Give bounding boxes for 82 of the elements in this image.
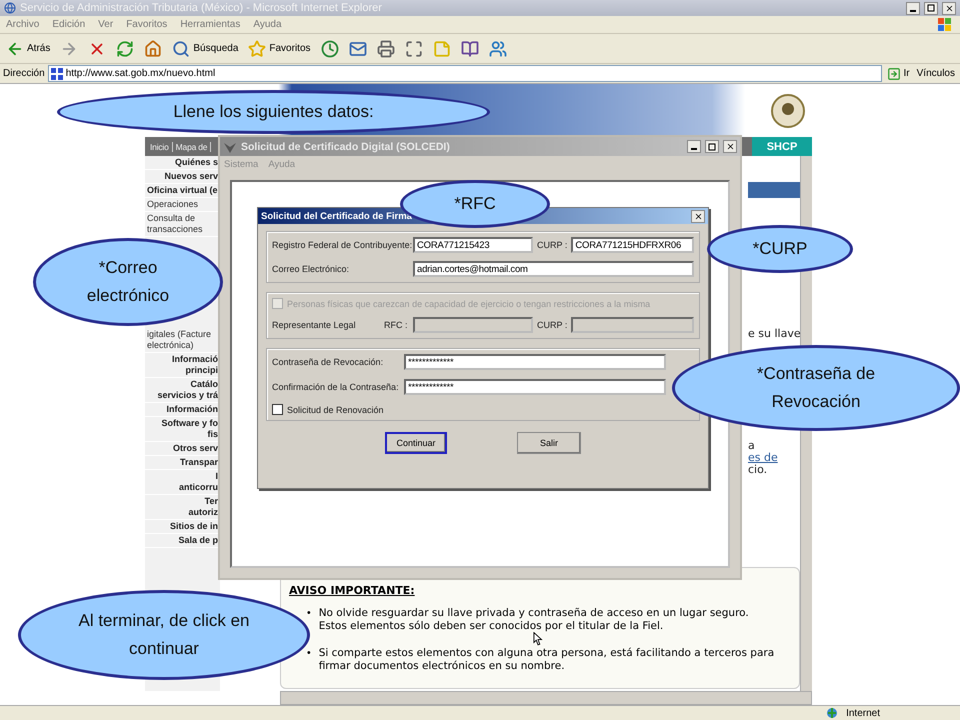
field-label: CURP :	[537, 240, 568, 250]
menu-item[interactable]: Archivo	[6, 19, 40, 30]
callout: *Contraseña de Revocación	[672, 345, 960, 431]
go-button[interactable]: Ir	[884, 62, 912, 86]
address-field[interactable]: http://www.sat.gob.mx/nuevo.html	[48, 65, 882, 82]
dialog-button[interactable]: Continuar	[385, 432, 447, 454]
field-label: Registro Federal de Contribuyente:	[272, 240, 409, 250]
password-field[interactable]: *************	[404, 379, 666, 395]
notice-title: AVISO IMPORTANTE:	[289, 584, 416, 597]
body-text: e su llave	[748, 328, 800, 340]
book-icon	[460, 40, 479, 58]
site-icon	[50, 68, 63, 80]
close-icon	[726, 142, 734, 151]
horizontal-scrollbar[interactable]	[280, 691, 812, 705]
menu-item[interactable]: Ayuda	[253, 19, 282, 30]
maximize-button[interactable]	[924, 2, 938, 14]
browser-icon	[4, 2, 16, 14]
rfc-field[interactable]: CORA771215423	[413, 237, 533, 253]
print-icon	[376, 40, 395, 58]
mail-icon	[348, 40, 367, 58]
checkbox[interactable]	[272, 404, 283, 415]
curp-field[interactable]: CORA771215HDFRXR06	[571, 237, 694, 253]
fullscreen-icon	[404, 40, 423, 58]
body-text: cio.	[748, 464, 768, 476]
star-icon	[248, 40, 266, 58]
field-label: Contraseña de Revocación:	[272, 357, 384, 367]
section-bar	[748, 182, 800, 198]
zone-text: Internet	[846, 708, 880, 718]
callout: *CURP	[707, 225, 853, 273]
nav-link[interactable]: Mapa de	[172, 142, 212, 152]
close-button[interactable]	[691, 210, 705, 222]
curp-field[interactable]	[571, 317, 694, 333]
dialog-button[interactable]: Salir	[517, 432, 581, 454]
note-icon	[432, 40, 451, 58]
minimize-icon	[910, 10, 916, 12]
minimize-icon	[691, 148, 697, 150]
notice-text: Si comparte estos elementos con alguna otra persona, está facilitando a terceros para firmar documentos electrónicos en su nombre.	[318, 647, 776, 673]
search-icon	[172, 40, 190, 58]
checkbox-label: Personas físicas que carezcan de capacidad de ejercicio o tengan restricciones a la misma	[287, 298, 650, 308]
cursor-icon	[533, 632, 543, 646]
home-icon	[144, 40, 162, 58]
menu-item[interactable]: Favoritos	[126, 19, 168, 30]
notice-text: No olvide resguardar su llave privada y contraseña de acceso en un lugar seguro. Estos elementos sólo deben ser conocidos por el titular de la Fiel.	[318, 607, 750, 633]
callout: *Correo electrónico	[33, 238, 223, 326]
rfc-field[interactable]	[413, 317, 533, 333]
text-link[interactable]: es de	[748, 452, 800, 464]
checkbox-label: Solicitud de Renovación	[287, 404, 384, 414]
body-text: a	[748, 440, 756, 452]
people-icon	[488, 40, 507, 58]
windows-logo-icon	[938, 18, 952, 32]
clock-icon	[320, 40, 339, 58]
refresh-icon	[116, 40, 134, 58]
back-button[interactable]: Atrás	[4, 36, 52, 60]
bullet: •	[307, 647, 311, 660]
minimize-button[interactable]	[687, 140, 701, 153]
nav-link[interactable]: Inicio	[147, 142, 173, 152]
maximize-button[interactable]	[705, 140, 719, 153]
window-title: Servicio de Administración Tributaria (México) - Microsoft Internet Explorer	[20, 2, 382, 14]
close-button[interactable]	[942, 2, 956, 14]
links-button[interactable]: Vínculos	[914, 62, 957, 86]
field-label: CURP :	[537, 320, 568, 330]
menu-item[interactable]: Ver	[98, 19, 114, 30]
address-label: Dirección	[3, 68, 45, 79]
maximize-icon	[708, 142, 716, 150]
field-label: Representante Legal	[272, 320, 357, 330]
minimize-button[interactable]	[906, 2, 920, 14]
favorites-button[interactable]: Favoritos	[246, 36, 313, 60]
password-field[interactable]: *************	[404, 354, 666, 370]
logo: SHCP	[752, 137, 812, 156]
close-button[interactable]	[723, 140, 737, 153]
search-button[interactable]: Búsqueda	[170, 36, 240, 60]
field-label: Correo Electrónico:	[272, 264, 350, 274]
app-title: Solicitud de Certificado Digital (SOLCEDI)	[241, 140, 450, 152]
field-label: Confirmación de la Contraseña:	[272, 382, 400, 392]
close-icon	[944, 4, 954, 12]
bullet: •	[307, 607, 311, 620]
email-field[interactable]: adrian.cortes@hotmail.com	[413, 261, 694, 277]
menu-item[interactable]: Herramientas	[180, 19, 240, 30]
menu-item[interactable]: Edición	[52, 19, 86, 30]
maximize-icon	[927, 4, 935, 12]
close-icon	[694, 212, 702, 220]
field-label: RFC :	[384, 320, 408, 330]
